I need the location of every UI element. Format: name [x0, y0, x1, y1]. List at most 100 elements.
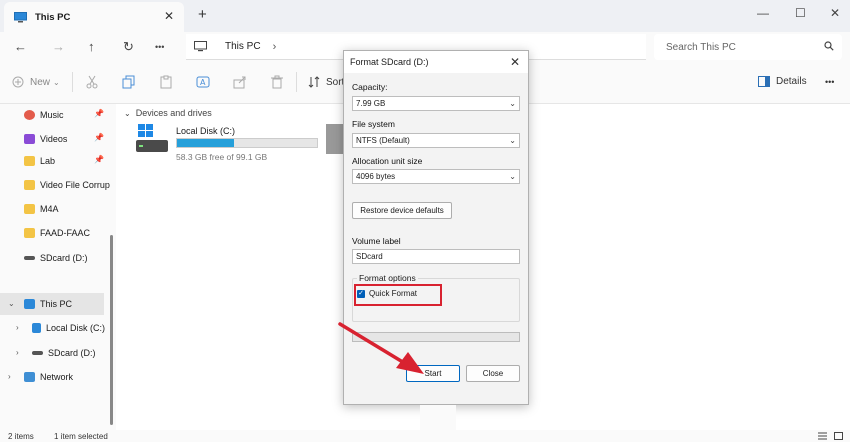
chevron-down-icon[interactable]: ⌄	[8, 299, 15, 308]
dialog-shadow-strip	[420, 405, 456, 430]
network-icon	[24, 372, 35, 382]
section-title: Devices and drives	[135, 108, 212, 118]
pin-icon: 📌	[94, 133, 104, 142]
more-options-icon[interactable]: •••	[825, 77, 834, 87]
volume-label-input[interactable]: SDcard	[352, 249, 520, 264]
chevron-down-icon: ⌄	[509, 172, 516, 181]
capacity-label: Capacity:	[352, 82, 388, 92]
sort-button[interactable]: Sort	[308, 76, 344, 88]
new-label: New	[30, 76, 51, 88]
details-button[interactable]: Details	[758, 76, 807, 87]
plus-circle-icon	[12, 76, 24, 88]
allocation-select[interactable]: 4096 bytes ⌄	[352, 169, 520, 184]
folder-icon	[24, 204, 35, 214]
maximize-icon[interactable]: ☐	[795, 6, 806, 20]
new-button[interactable]: New ⌄	[12, 76, 60, 88]
dialog-title-bar[interactable]: Format SDcard (D:) ✕	[344, 51, 528, 73]
sidebar-item-label: Local Disk (C:)	[46, 323, 106, 333]
chevron-down-icon: ⌄	[509, 99, 516, 108]
volume-label-label: Volume label	[352, 236, 401, 246]
pc-icon	[24, 299, 35, 309]
back-icon[interactable]: ←	[14, 39, 27, 54]
chevron-right-icon[interactable]: ›	[273, 41, 277, 53]
sidebar-item-label: Videos	[40, 134, 68, 144]
minimize-icon[interactable]: —	[757, 6, 769, 20]
filesystem-value: NTFS (Default)	[356, 136, 410, 145]
close-icon[interactable]: ✕	[510, 55, 520, 69]
folder-icon	[24, 228, 35, 238]
tiles-view-icon[interactable]	[834, 432, 843, 440]
filesystem-select[interactable]: NTFS (Default) ⌄	[352, 133, 520, 148]
folder-icon	[24, 180, 35, 190]
sidebar-item-m4a[interactable]: M4A	[0, 198, 108, 220]
tab-this-pc[interactable]: This PC ✕	[4, 2, 184, 32]
capacity-value: 7.99 GB	[356, 99, 386, 108]
search-icon	[824, 41, 834, 51]
more-nav-icon[interactable]: •••	[155, 42, 164, 52]
status-bar: 2 items 1 item selected	[0, 430, 850, 442]
drive-local-disk-c[interactable]: Local Disk (C:) 58.3 GB free of 99.1 GB	[136, 124, 326, 164]
sort-icon	[308, 76, 320, 88]
sidebar-item-faad-faac[interactable]: FAAD-FAAC	[0, 222, 108, 244]
up-icon[interactable]: ↑	[88, 39, 95, 54]
tab-close-icon[interactable]: ✕	[164, 9, 174, 23]
breadcrumb-this-pc[interactable]: This PC	[225, 41, 261, 52]
red-arrow-annotation	[338, 322, 424, 374]
videos-icon	[24, 134, 35, 144]
sidebar-item-label: Lab	[40, 156, 56, 166]
sidebar-item-video-file-corrup[interactable]: Video File Corrup	[0, 174, 110, 196]
details-view-icon[interactable]	[818, 432, 827, 440]
chevron-down-icon: ⌄	[53, 77, 60, 87]
chevron-right-icon[interactable]: ›	[16, 323, 19, 332]
search-input[interactable]: Search This PC	[654, 34, 842, 60]
drive-icon	[24, 256, 35, 260]
paste-icon[interactable]	[159, 75, 173, 89]
drive-icon	[32, 323, 41, 333]
capacity-select[interactable]: 7.99 GB ⌄	[352, 96, 520, 111]
sidebar-item-lab[interactable]: Lab 📌	[0, 150, 108, 172]
sidebar-item-label: M4A	[40, 204, 59, 214]
details-label: Details	[776, 76, 807, 87]
drive-icon	[32, 351, 43, 355]
share-icon[interactable]	[233, 75, 247, 89]
sidebar-item-label: This PC	[40, 299, 73, 309]
sidebar-item-sdcard[interactable]: SDcard (D:)	[0, 247, 108, 269]
refresh-icon[interactable]: ↻	[123, 39, 134, 55]
allocation-value: 4096 bytes	[356, 172, 396, 181]
sidebar-item-network[interactable]: › Network	[0, 366, 108, 388]
close-button[interactable]: Close	[466, 365, 520, 382]
sidebar-item-local-disk[interactable]: › Local Disk (C:)	[0, 317, 108, 339]
sidebar-item-music[interactable]: Music 📌	[0, 104, 108, 126]
copy-icon[interactable]	[122, 75, 136, 89]
drive-name: Local Disk (C:)	[176, 126, 236, 136]
forward-icon[interactable]: →	[52, 39, 65, 54]
volume-label-value: SDcard	[356, 252, 383, 261]
new-tab-icon[interactable]: +	[198, 6, 207, 23]
monitor-icon	[194, 41, 207, 52]
cut-icon[interactable]	[85, 75, 99, 89]
chevron-right-icon[interactable]: ›	[16, 348, 19, 357]
close-window-icon[interactable]: ✕	[830, 6, 840, 20]
title-bar: This PC ✕ + — ☐ ✕	[0, 0, 850, 32]
sidebar-item-videos[interactable]: Videos 📌	[0, 128, 108, 150]
dialog-title: Format SDcard (D:)	[350, 57, 429, 67]
devices-section-header[interactable]: ⌄ Devices and drives	[124, 108, 212, 118]
chevron-down-icon: ⌄	[124, 108, 131, 118]
rename-icon[interactable]: A	[196, 75, 210, 89]
drive-free-space: 58.3 GB free of 99.1 GB	[176, 152, 268, 162]
sort-label: Sort	[326, 76, 345, 88]
sidebar-item-sdcard-tree[interactable]: › SDcard (D:)	[0, 342, 108, 364]
pin-icon: 📌	[94, 155, 104, 164]
sidebar-item-label: Music	[40, 110, 64, 120]
drive-usage-bar	[176, 138, 318, 148]
windows-drive-icon	[136, 124, 168, 152]
folder-icon	[24, 156, 35, 166]
sidebar-scrollbar[interactable]	[110, 235, 113, 425]
quick-format-highlight	[354, 284, 442, 306]
delete-icon[interactable]	[270, 75, 284, 89]
music-icon	[24, 110, 35, 120]
sidebar-item-this-pc[interactable]: ⌄ This PC	[0, 293, 104, 315]
restore-defaults-button[interactable]: Restore device defaults	[352, 202, 452, 219]
chevron-right-icon[interactable]: ›	[8, 372, 11, 381]
allocation-label: Allocation unit size	[352, 156, 423, 166]
